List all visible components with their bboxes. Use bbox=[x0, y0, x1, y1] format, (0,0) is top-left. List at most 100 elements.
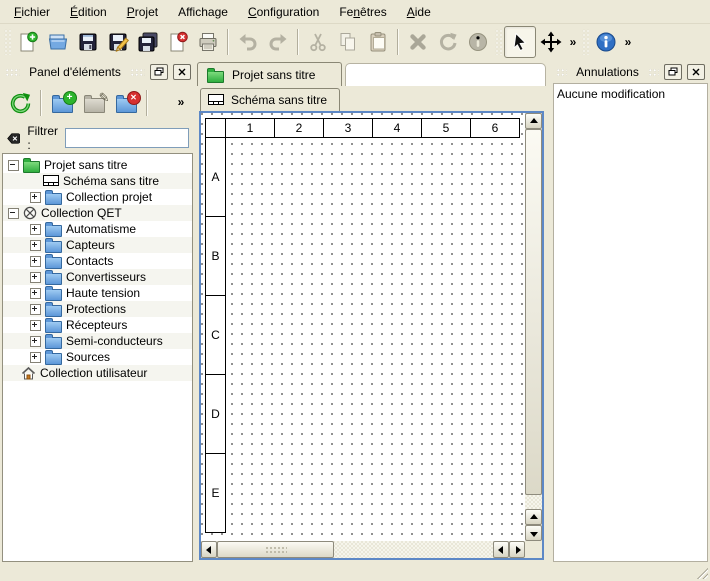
tab-project[interactable]: Projet sans titre bbox=[197, 62, 342, 86]
dock-drag-texture[interactable] bbox=[5, 68, 20, 77]
toolbar-overflow-button[interactable]: » bbox=[566, 29, 580, 55]
vertical-scrollbar[interactable] bbox=[525, 113, 542, 541]
toolbar-drag-handle[interactable] bbox=[582, 29, 589, 55]
toolbar-drag-handle[interactable] bbox=[4, 29, 11, 55]
expand-icon[interactable] bbox=[30, 320, 41, 331]
elements-panel-title: Panel d'éléments bbox=[25, 65, 125, 79]
tree-item-capteurs[interactable]: Capteurs bbox=[3, 237, 192, 253]
tree-item-collection-projet[interactable]: Collection projet bbox=[3, 189, 192, 205]
tree-item-collection-qet[interactable]: Collection QET bbox=[3, 205, 192, 221]
undo-history-list[interactable]: Aucune modification bbox=[553, 83, 708, 562]
menu-affichage[interactable]: Affichage bbox=[168, 2, 238, 22]
scroll-right-button[interactable] bbox=[509, 541, 525, 558]
undo-button[interactable] bbox=[233, 27, 263, 57]
tree-item-label: Automatisme bbox=[66, 222, 136, 236]
menu-projet[interactable]: Projet bbox=[117, 2, 168, 22]
close-panel-button[interactable] bbox=[687, 64, 705, 80]
save-all-icon bbox=[137, 31, 159, 53]
save-button[interactable] bbox=[73, 27, 103, 57]
info-button-disabled[interactable] bbox=[463, 27, 493, 57]
elements-tree: Projet sans titre Schéma sans titre Coll… bbox=[2, 153, 193, 562]
rotate-button[interactable] bbox=[433, 27, 463, 57]
save-all-button[interactable] bbox=[133, 27, 163, 57]
print-button[interactable] bbox=[193, 27, 223, 57]
open-project-button[interactable] bbox=[43, 27, 73, 57]
move-tool-button[interactable] bbox=[536, 27, 566, 57]
workspace: Projet sans titre Schéma sans titre 1 2 … bbox=[197, 60, 546, 561]
cut-button[interactable] bbox=[303, 27, 333, 57]
project-folder-icon bbox=[207, 71, 224, 83]
tab-schema[interactable]: Schéma sans titre bbox=[200, 88, 340, 111]
vertical-scroll-thumb[interactable] bbox=[525, 129, 542, 495]
delete-button[interactable] bbox=[403, 27, 433, 57]
tree-item-recepteurs[interactable]: Récepteurs bbox=[3, 317, 192, 333]
new-project-button[interactable] bbox=[13, 27, 43, 57]
undo-panel-titlebar[interactable]: Annulations bbox=[554, 63, 707, 81]
main-toolbar: » » bbox=[0, 24, 710, 60]
copy-button[interactable] bbox=[333, 27, 363, 57]
reload-collections-button[interactable] bbox=[4, 87, 36, 119]
filter-input[interactable] bbox=[65, 128, 189, 148]
menu-fichier[interactable]: Fichier bbox=[4, 2, 60, 22]
about-button[interactable] bbox=[591, 27, 621, 57]
close-file-button[interactable] bbox=[163, 27, 193, 57]
menu-configuration[interactable]: Configuration bbox=[238, 2, 329, 22]
collapse-icon[interactable] bbox=[8, 160, 19, 171]
menu-aide[interactable]: Aide bbox=[397, 2, 441, 22]
dock-drag-texture[interactable] bbox=[648, 68, 659, 77]
delete-element-button[interactable] bbox=[110, 87, 142, 119]
dock-drag-texture[interactable] bbox=[556, 68, 567, 77]
expand-icon[interactable] bbox=[30, 224, 41, 235]
save-as-button[interactable] bbox=[103, 27, 133, 57]
redo-button[interactable] bbox=[263, 27, 293, 57]
float-panel-button[interactable] bbox=[664, 64, 682, 80]
paste-button[interactable] bbox=[363, 27, 393, 57]
elements-panel-titlebar[interactable]: Panel d'éléments bbox=[3, 63, 193, 81]
scroll-down-button[interactable] bbox=[525, 525, 542, 541]
scroll-left-button-right[interactable] bbox=[493, 541, 509, 558]
toolbar-drag-handle[interactable] bbox=[495, 29, 502, 55]
menu-fenetres[interactable]: Fenêtres bbox=[329, 2, 396, 22]
new-element-button[interactable] bbox=[46, 87, 78, 119]
dock-drag-texture[interactable] bbox=[130, 68, 145, 77]
tree-item-automatisme[interactable]: Automatisme bbox=[3, 221, 192, 237]
undo-list-item[interactable]: Aucune modification bbox=[557, 85, 704, 102]
expand-icon[interactable] bbox=[30, 272, 41, 283]
filter-label: Filtrer : bbox=[27, 124, 58, 152]
tree-item-contacts[interactable]: Contacts bbox=[3, 253, 192, 269]
expand-icon[interactable] bbox=[30, 304, 41, 315]
tree-item-semi-conducteurs[interactable]: Semi-conducteurs bbox=[3, 333, 192, 349]
collapse-icon[interactable] bbox=[8, 208, 19, 219]
tree-item-protections[interactable]: Protections bbox=[3, 301, 192, 317]
tree-item-convertisseurs[interactable]: Convertisseurs bbox=[3, 269, 192, 285]
menu-edition[interactable]: Édition bbox=[60, 2, 117, 22]
schema-canvas[interactable]: 1 2 3 4 5 6 A B C D E bbox=[201, 113, 525, 541]
toolbar-overflow-button[interactable]: » bbox=[621, 29, 635, 55]
tree-item-haute-tension[interactable]: Haute tension bbox=[3, 285, 192, 301]
expand-icon[interactable] bbox=[30, 336, 41, 347]
scroll-left-button[interactable] bbox=[201, 541, 217, 558]
horizontal-scrollbar[interactable] bbox=[201, 541, 525, 558]
expand-icon[interactable] bbox=[30, 192, 41, 203]
grid-row-label: B bbox=[205, 216, 226, 296]
panel-toolbar-overflow-button[interactable]: » bbox=[174, 89, 188, 115]
move-icon bbox=[540, 31, 562, 53]
expand-icon[interactable] bbox=[30, 256, 41, 267]
clear-filter-icon[interactable] bbox=[7, 130, 20, 147]
schema-tab-label: Schéma sans titre bbox=[231, 93, 327, 107]
tree-item-project[interactable]: Projet sans titre bbox=[3, 157, 192, 173]
grid-column-label: 2 bbox=[274, 118, 324, 138]
expand-icon[interactable] bbox=[30, 240, 41, 251]
horizontal-scroll-thumb[interactable] bbox=[217, 541, 334, 558]
select-tool-button[interactable] bbox=[504, 26, 536, 58]
expand-icon[interactable] bbox=[30, 352, 41, 363]
scroll-up-button-bottom[interactable] bbox=[525, 509, 542, 525]
float-panel-button[interactable] bbox=[150, 64, 168, 80]
tree-item-schema[interactable]: Schéma sans titre bbox=[3, 173, 192, 189]
expand-icon[interactable] bbox=[30, 288, 41, 299]
tree-item-collection-utilisateur[interactable]: Collection utilisateur bbox=[3, 365, 192, 381]
close-panel-button[interactable] bbox=[173, 64, 191, 80]
edit-element-button[interactable] bbox=[78, 87, 110, 119]
scroll-up-button[interactable] bbox=[525, 113, 542, 129]
tree-item-sources[interactable]: Sources bbox=[3, 349, 192, 365]
